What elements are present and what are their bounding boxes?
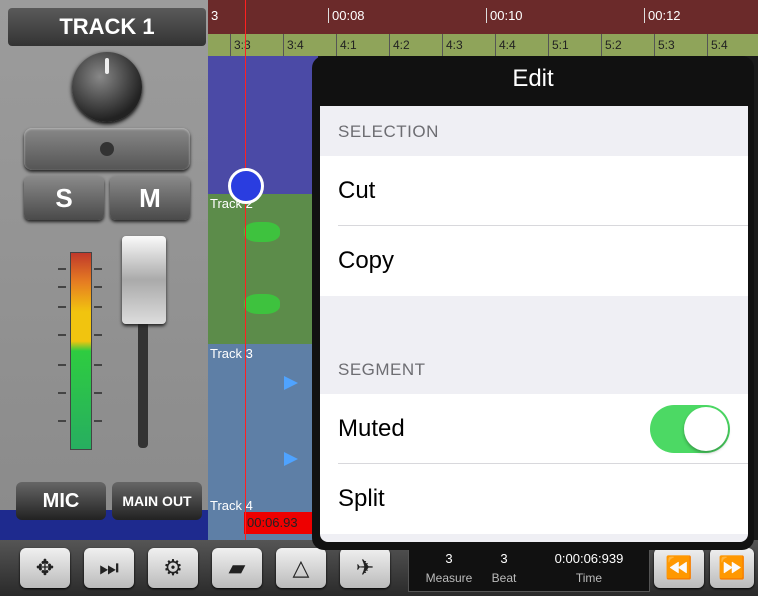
folder-icon[interactable]: ▰ — [212, 548, 262, 588]
track-title: TRACK 1 — [8, 8, 206, 46]
beat-label: 4:1 — [336, 34, 357, 56]
split-label: Split — [338, 485, 385, 512]
metronome-icon[interactable]: △ — [276, 548, 326, 588]
waveform — [244, 294, 280, 314]
move-icon[interactable]: ✥ — [20, 548, 70, 588]
beat-readout-label: Beat — [491, 571, 517, 585]
track-label: Track 4 — [210, 498, 253, 513]
skip-icon[interactable]: ⏭ — [84, 548, 134, 588]
beat-label: 5:4 — [707, 34, 728, 56]
track-lane-2[interactable]: Track 2 — [208, 194, 318, 344]
track-label: Track 3 — [210, 346, 253, 361]
time-label: Time — [575, 571, 603, 585]
ruler-label: 3 — [211, 8, 219, 23]
gear-icon[interactable]: ⚙ — [148, 548, 198, 588]
copy-item[interactable]: Copy — [320, 226, 748, 296]
split-item[interactable]: Split — [320, 464, 748, 534]
cut-label: Cut — [338, 177, 376, 204]
ruler-label: 00:08 — [328, 8, 365, 23]
measure-label: Measure — [425, 571, 473, 585]
beat-label: 5:2 — [601, 34, 622, 56]
muted-item: Muted — [320, 394, 748, 464]
muted-label: Muted — [338, 415, 405, 442]
volume-knob[interactable] — [72, 52, 142, 122]
popover-title: Edit — [512, 65, 554, 92]
airplane-icon[interactable]: ✈ — [340, 548, 390, 588]
fast-forward-icon[interactable]: ⏩ — [710, 548, 754, 588]
mute-button[interactable]: M — [110, 176, 190, 220]
playhead-time: 00:06.93 — [244, 512, 319, 534]
playhead[interactable] — [245, 0, 246, 540]
cut-item[interactable]: Cut — [320, 156, 748, 226]
beat-label: 5:3 — [654, 34, 675, 56]
muted-toggle[interactable] — [650, 405, 730, 453]
region-marker-icon — [284, 376, 298, 390]
edit-popover: Edit SELECTION Cut Copy SEGMENT Muted Sp… — [312, 56, 754, 550]
output-button[interactable]: MAIN OUT — [112, 482, 202, 520]
section-header-segment: SEGMENT — [338, 360, 426, 379]
popover-body: SELECTION Cut Copy SEGMENT Muted Split — [320, 106, 748, 542]
pan-control[interactable] — [24, 128, 190, 170]
volume-fader[interactable] — [122, 236, 166, 324]
rewind-icon[interactable]: ⏪ — [654, 548, 704, 588]
beat-label: 4:3 — [442, 34, 463, 56]
input-button[interactable]: MIC — [16, 482, 106, 520]
beat-label: 4:2 — [389, 34, 410, 56]
beat-label: 4:4 — [495, 34, 516, 56]
level-meter — [70, 252, 92, 450]
playhead-handle[interactable] — [228, 168, 264, 204]
beat-ruler[interactable]: 3:3 3:4 4:1 4:2 4:3 4:4 5:1 5:2 5:3 5:4 — [208, 34, 758, 56]
beat-label: 3:3 — [230, 34, 251, 56]
ruler-label: 00:12 — [644, 8, 681, 23]
section-header-selection: SELECTION — [338, 122, 439, 141]
beat-label: 3:4 — [283, 34, 304, 56]
time-value: 0:00:06:939 — [554, 551, 624, 566]
ruler-label: 00:10 — [486, 8, 523, 23]
time-ruler[interactable]: 3 00:08 00:10 00:12 — [208, 0, 758, 34]
copy-label: Copy — [338, 247, 395, 274]
track-lane-1[interactable] — [208, 56, 318, 194]
measure-value: 3 — [445, 551, 453, 566]
beat-value: 3 — [500, 551, 508, 566]
waveform — [244, 222, 280, 242]
solo-button[interactable]: S — [24, 176, 104, 220]
track-lane-3[interactable]: Track 3 — [208, 344, 318, 496]
region-marker-icon — [284, 452, 298, 466]
beat-label: 5:1 — [548, 34, 569, 56]
position-readout: 3 Measure 3 Beat 0:00:06:939 Time — [408, 546, 650, 592]
